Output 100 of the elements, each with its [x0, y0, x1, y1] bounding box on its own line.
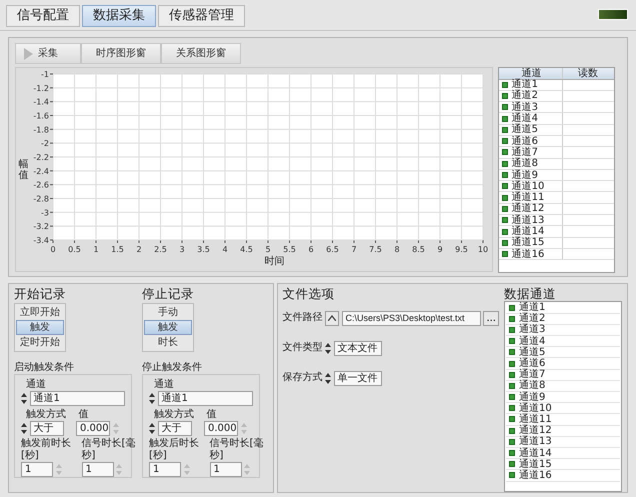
option-button[interactable]: 触发 [16, 320, 64, 335]
tick-mark [288, 240, 290, 244]
list-item[interactable]: 通道5 [519, 346, 546, 358]
number-field[interactable]: 0.000 [204, 420, 238, 436]
option-button[interactable]: 时长 [144, 335, 192, 350]
option-button[interactable]: 立即开始 [16, 305, 64, 320]
list-item[interactable]: 通道7 [519, 369, 546, 380]
tab[interactable]: 信号配置 [6, 5, 80, 27]
table-cell: 通道11 [512, 192, 544, 204]
tick-mark [138, 240, 139, 244]
tab[interactable]: 数据采集 [82, 5, 156, 27]
tick-mark [202, 240, 204, 244]
spinner-icon[interactable] [21, 392, 27, 405]
group-title: 停止记录 [142, 286, 194, 300]
list-item[interactable]: 通道8 [519, 380, 546, 392]
group-title: 文件选项 [282, 286, 334, 300]
tick-mark [460, 240, 462, 244]
field-label: 信号时长[毫秒] [82, 438, 136, 462]
tick-label: 8 [394, 245, 400, 254]
field-label: 通道 [154, 379, 174, 391]
tick-mark [49, 170, 53, 172]
list-item[interactable]: 通道4 [519, 336, 546, 347]
list-item[interactable]: 通道14 [519, 448, 552, 459]
spinner-icon[interactable] [21, 422, 27, 434]
tick-label: 3 [178, 245, 184, 254]
field-label: 保存方式 [282, 372, 322, 384]
select-field[interactable]: 大于 [158, 420, 192, 436]
list-item[interactable]: 通道12 [519, 425, 552, 436]
tick-label: -2 [40, 139, 48, 148]
list-item[interactable]: 通道11 [519, 414, 552, 425]
tick-mark [181, 240, 182, 244]
option-button[interactable]: 触发 [144, 320, 192, 335]
axis-title: 时间 [264, 256, 284, 267]
table-cell: 通道6 [512, 136, 538, 147]
tick-label: 9.5 [454, 245, 468, 254]
tick-label: -1.6 [32, 112, 48, 120]
axis-title: 幅值 [18, 159, 28, 182]
list-item[interactable]: 通道6 [519, 358, 546, 370]
list-item[interactable]: 通道13 [519, 436, 552, 448]
column-header: 读数 [578, 68, 598, 78]
tick-label: 0 [50, 245, 56, 254]
tick-label: 0.5 [68, 245, 80, 254]
group-title: 数据通道 [504, 286, 556, 300]
tick-label: 10 [477, 245, 488, 254]
toolbar-button[interactable]: 时序图形窗 [81, 43, 161, 64]
number-field[interactable]: 1 [21, 462, 53, 477]
option-button[interactable]: 手动 [144, 305, 192, 320]
tick-mark [353, 240, 354, 244]
table-cell: 通道8 [512, 158, 538, 170]
tick-label: 2.5 [154, 245, 166, 254]
tick-label: 2 [136, 245, 142, 254]
table-cell: 通道2 [512, 90, 538, 102]
browse-button[interactable] [325, 310, 339, 326]
number-field[interactable]: 0.000 [76, 420, 110, 436]
list-item[interactable]: 通道1 [519, 302, 546, 314]
select-field[interactable]: 大于 [30, 420, 64, 436]
caret-icon [328, 314, 336, 321]
tick-label: 5.5 [282, 245, 296, 254]
browse-button[interactable]: ... [483, 310, 499, 326]
tick-label: -2.2 [32, 153, 48, 162]
list-item[interactable]: 通道9 [519, 392, 546, 403]
toolbar-button[interactable]: 采集 [15, 43, 81, 64]
list-item[interactable]: 通道10 [519, 402, 552, 414]
table-cell: 通道16 [512, 248, 544, 260]
table-cell: 通道4 [512, 113, 538, 124]
option-button[interactable]: 定时开始 [16, 335, 64, 350]
number-field[interactable]: 1 [210, 462, 242, 477]
list-item[interactable]: 通道15 [519, 458, 552, 470]
path-field[interactable]: C:\Users\PS3\Desktop\test.txt [342, 310, 481, 326]
select-field[interactable]: 单一文件 [334, 370, 382, 386]
tick-label: -3.2 [32, 222, 48, 232]
tick-mark [49, 115, 53, 116]
group-title: 开始记录 [14, 286, 66, 300]
spinner-icon[interactable] [325, 342, 331, 354]
tab[interactable]: 传感器管理 [158, 5, 245, 27]
tick-label: -1.8 [32, 125, 48, 134]
tick-label: -3.4 [32, 236, 48, 245]
spinner-icon[interactable] [325, 372, 331, 384]
table-cell: 通道10 [512, 180, 544, 192]
list-item[interactable]: 通道16 [519, 470, 552, 481]
table-cell: 通道3 [512, 102, 538, 113]
tick-mark [49, 212, 53, 213]
tick-label: -1.4 [32, 98, 48, 107]
spinner-icon[interactable] [149, 392, 155, 405]
tick-mark [49, 101, 53, 102]
list-item[interactable]: 通道2 [519, 313, 546, 324]
tick-mark [116, 240, 118, 244]
list-item[interactable]: 通道3 [519, 324, 546, 336]
select-field[interactable]: 文本文件 [334, 340, 382, 356]
toolbar-button[interactable]: 关系图形窗 [161, 43, 241, 64]
table-cell: 通道5 [512, 124, 538, 136]
number-field[interactable]: 1 [82, 462, 114, 477]
tick-mark [49, 226, 53, 227]
select-field[interactable]: 通道1 [158, 391, 253, 406]
select-field[interactable]: 通道1 [30, 391, 125, 406]
spinner-icon[interactable] [149, 422, 155, 434]
tick-label: 6.5 [326, 245, 338, 254]
table-cell: 通道1 [512, 79, 538, 90]
number-field[interactable]: 1 [149, 462, 181, 477]
tick-label: -2.6 [32, 180, 48, 190]
